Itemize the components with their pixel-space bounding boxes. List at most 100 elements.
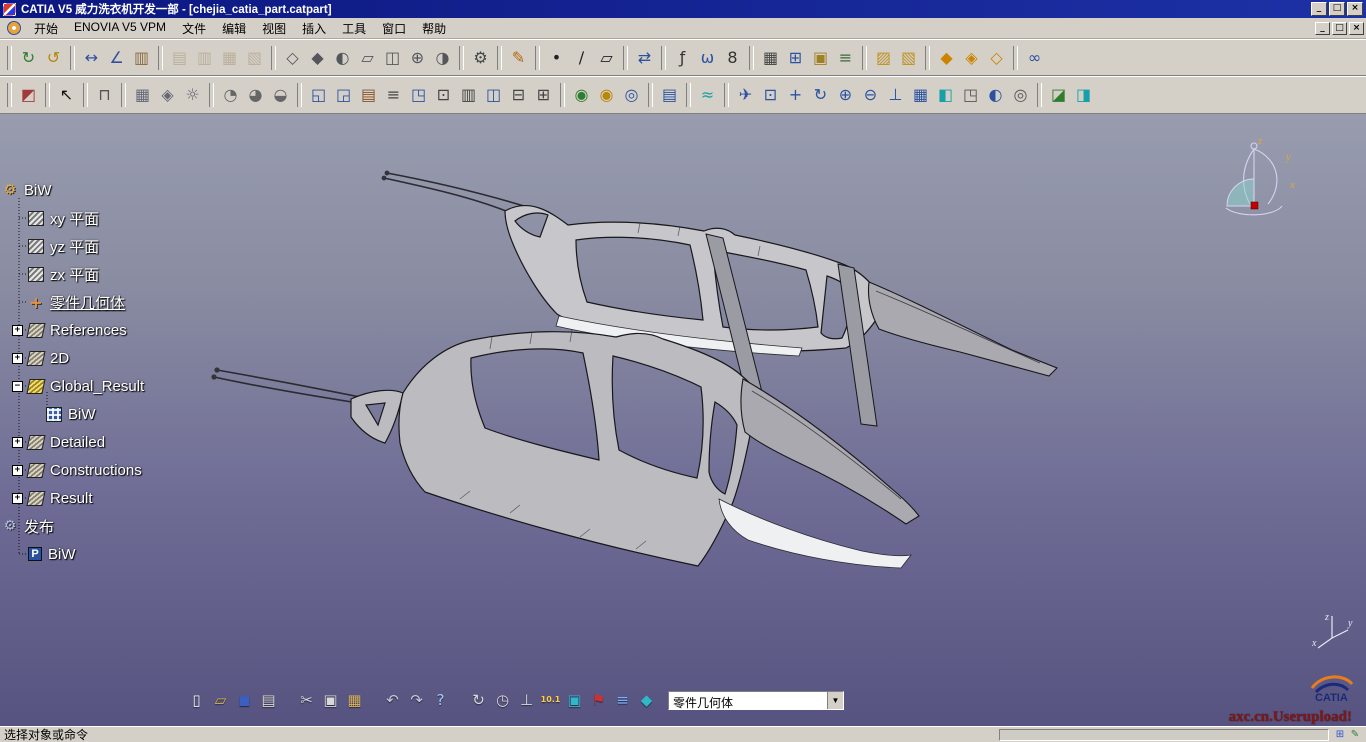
list-icon[interactable]: ≡: [612, 690, 633, 711]
toggle-visible-icon[interactable]: ◨: [1071, 83, 1096, 108]
tree-item-label[interactable]: 零件几何体: [50, 292, 125, 313]
clock-icon[interactable]: ◷: [492, 690, 513, 711]
tree-item[interactable]: + Detailed: [2, 428, 242, 456]
work-support-icon[interactable]: ☼: [180, 83, 205, 108]
measure-between-icon[interactable]: ↔: [79, 45, 104, 70]
menu-item[interactable]: 文件: [174, 18, 214, 39]
power-input-field[interactable]: [999, 729, 1329, 741]
tree-expander-icon[interactable]: +: [12, 353, 23, 364]
library-icon-4[interactable]: ▧: [242, 45, 267, 70]
exchange-icon[interactable]: ⇄: [632, 45, 657, 70]
tree-item[interactable]: + 2D: [2, 344, 242, 372]
revolve-surface-icon[interactable]: ◆: [305, 45, 330, 70]
view-mode-icon[interactable]: ◎: [1008, 83, 1033, 108]
tree-item[interactable]: + References: [2, 316, 242, 344]
paste-icon[interactable]: ▦: [344, 690, 365, 711]
compass-widget[interactable]: z y x: [1220, 134, 1310, 244]
sweep-surface-icon[interactable]: ◫: [380, 45, 405, 70]
restore-button[interactable]: □: [1329, 2, 1345, 16]
mask-icon-1[interactable]: ◔: [218, 83, 243, 108]
mask-icon-3[interactable]: ◒: [268, 83, 293, 108]
tree-item-label[interactable]: BiW: [68, 406, 96, 423]
tree-item-label[interactable]: yz 平面: [50, 236, 99, 257]
status-pen-icon[interactable]: ✎: [1348, 728, 1362, 741]
table-icon[interactable]: ▦: [758, 45, 783, 70]
link-manager-icon[interactable]: ∞: [1022, 45, 1047, 70]
offset-surface-icon[interactable]: ▱: [355, 45, 380, 70]
close-button[interactable]: ×: [1347, 2, 1363, 16]
fill-surface-icon[interactable]: ⊕: [405, 45, 430, 70]
wireframe-icon[interactable]: ◳: [958, 83, 983, 108]
doc-window-icon[interactable]: ▥: [456, 83, 481, 108]
knowledge-icon[interactable]: ω: [695, 45, 720, 70]
tree-item[interactable]: + Result: [2, 484, 242, 512]
box-filter-icon[interactable]: ▣: [564, 690, 585, 711]
refresh-icon[interactable]: ↻: [468, 690, 489, 711]
measure-cube-icon[interactable]: ◇: [984, 45, 1009, 70]
browser-globe-icon[interactable]: ◉: [569, 83, 594, 108]
transfer-icon[interactable]: ⊞: [783, 45, 808, 70]
tree-expander-icon[interactable]: −: [12, 381, 23, 392]
snap-dim-icon[interactable]: 10.1: [540, 690, 561, 711]
multi-view-icon[interactable]: ▦: [908, 83, 933, 108]
tree-item-label[interactable]: xy 平面: [50, 208, 99, 229]
menu-item[interactable]: 插入: [294, 18, 334, 39]
cascade-icon[interactable]: ◫: [481, 83, 506, 108]
measure-gold-icon[interactable]: ◈: [959, 45, 984, 70]
whats-this-icon[interactable]: ?: [430, 690, 451, 711]
open-folder-icon[interactable]: ▱: [210, 690, 231, 711]
tree-item[interactable]: yz 平面: [2, 232, 242, 260]
measure-item-icon[interactable]: ∠: [104, 45, 129, 70]
sketcher-icon[interactable]: ✎: [506, 45, 531, 70]
search-globe-icon[interactable]: ◉: [594, 83, 619, 108]
tree-expander-icon[interactable]: +: [12, 325, 23, 336]
blend-surface-icon[interactable]: ◑: [430, 45, 455, 70]
window-icon[interactable]: ◱: [306, 83, 331, 108]
extrude-surface-icon[interactable]: ◇: [280, 45, 305, 70]
tree-item-label[interactable]: 2D: [50, 350, 69, 367]
library-icon-2[interactable]: ▥: [192, 45, 217, 70]
tree-item-label[interactable]: zx 平面: [50, 264, 99, 285]
doc-close-button[interactable]: ×: [1349, 22, 1364, 35]
tree-expander-icon[interactable]: +: [12, 465, 23, 476]
sphere-surface-icon[interactable]: ◐: [330, 45, 355, 70]
normal-view-icon[interactable]: ⊥: [883, 83, 908, 108]
diamond-icon[interactable]: ◆: [636, 690, 657, 711]
new-file-icon[interactable]: ▯: [186, 690, 207, 711]
print-icon[interactable]: ▤: [258, 690, 279, 711]
body-selector-combo[interactable]: 零件几何体 ▼: [668, 691, 844, 710]
viewport-3d[interactable]: BiW xy 平面 yz 平面: [0, 114, 1366, 726]
book-icon[interactable]: ▤: [356, 83, 381, 108]
tree-item[interactable]: BiW: [2, 540, 242, 568]
tree-item[interactable]: BiW: [2, 176, 242, 204]
line-icon[interactable]: ∕: [569, 45, 594, 70]
point-icon[interactable]: •: [544, 45, 569, 70]
tree-item-label[interactable]: Global_Result: [50, 378, 144, 395]
toggle-swap-icon[interactable]: ◪: [1046, 83, 1071, 108]
rules-icon[interactable]: ≡: [833, 45, 858, 70]
publish-globe-icon[interactable]: ◎: [619, 83, 644, 108]
page-setup-icon[interactable]: ⊡: [431, 83, 456, 108]
tree-item[interactable]: 发布: [2, 512, 242, 540]
tree-item-label[interactable]: References: [50, 322, 127, 339]
layer-filter-icon[interactable]: ≡: [381, 83, 406, 108]
menu-item[interactable]: 窗口: [374, 18, 414, 39]
paint-icon[interactable]: ≈: [695, 83, 720, 108]
save-icon[interactable]: ◼: [234, 690, 255, 711]
update-icon[interactable]: ↻: [16, 45, 41, 70]
update-all-icon[interactable]: ↺: [41, 45, 66, 70]
tree-item[interactable]: − Global_Result: [2, 372, 242, 400]
cut-icon[interactable]: ✂: [296, 690, 317, 711]
mask-icon-2[interactable]: ◕: [243, 83, 268, 108]
tree-item-label[interactable]: BiW: [48, 546, 76, 563]
viewer-icon[interactable]: ◳: [406, 83, 431, 108]
fly-mode-icon[interactable]: ✈: [733, 83, 758, 108]
grid-icon[interactable]: ▦: [130, 83, 155, 108]
tree-item-label[interactable]: 发布: [24, 516, 54, 537]
mass-properties-icon[interactable]: ▥: [129, 45, 154, 70]
shading-icon[interactable]: ◧: [933, 83, 958, 108]
snap-icon[interactable]: ◈: [155, 83, 180, 108]
redo-icon[interactable]: ↷: [406, 690, 427, 711]
rotate-icon[interactable]: ↻: [808, 83, 833, 108]
menu-item[interactable]: 编辑: [214, 18, 254, 39]
